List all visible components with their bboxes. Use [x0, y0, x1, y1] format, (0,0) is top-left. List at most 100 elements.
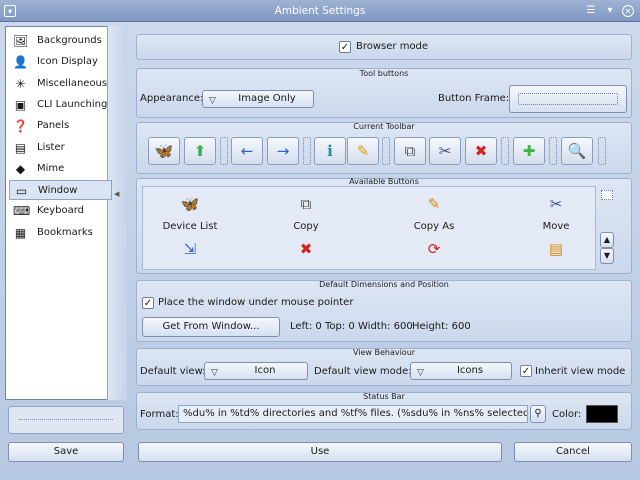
- info-icon[interactable]: ℹ: [314, 137, 346, 165]
- arrow-up-icon[interactable]: ⬆: [184, 137, 216, 165]
- available-button-label: Copy: [293, 221, 319, 232]
- sidebar-item-label: Mime: [37, 162, 65, 174]
- current-toolbar-title: Current Toolbar: [353, 122, 415, 131]
- available-buttons-title: Available Buttons: [349, 177, 419, 186]
- format-input[interactable]: %du% in %td% directories and %tf% files.…: [178, 405, 528, 423]
- status-bar-title: Status Bar: [363, 392, 405, 401]
- miscellaneous-icon: ✳: [15, 76, 26, 91]
- sidebar-item[interactable]: 🖼 Backgrounds: [9, 31, 112, 51]
- dropdown-arrow-icon: ▽: [417, 368, 424, 378]
- sidebar-item[interactable]: 👤 Icon Display: [9, 52, 112, 72]
- close-icon[interactable]: ✕: [622, 5, 634, 17]
- delete-icon[interactable]: ✖: [465, 137, 497, 165]
- backgrounds-icon: 🖼: [13, 34, 29, 48]
- mime-icon: ◆: [15, 161, 26, 176]
- toolbar-separator[interactable]: [303, 137, 311, 165]
- toolbar-separator[interactable]: [382, 137, 390, 165]
- browser-mode-checkbox[interactable]: ✓: [339, 41, 351, 53]
- icon-display-icon: 👤: [13, 55, 28, 70]
- sidebar-item-label: Keyboard: [37, 205, 85, 217]
- arrow-right-icon[interactable]: →: [267, 137, 299, 165]
- sidebar-item-label: Lister: [37, 141, 65, 153]
- dropdown-arrow-icon: ▽: [209, 96, 216, 106]
- sidebar-item[interactable]: ▦ Bookmarks: [9, 223, 112, 243]
- dimensions-title: Default Dimensions and Position: [319, 280, 449, 289]
- add-icon[interactable]: ✚: [513, 137, 545, 165]
- button-frame-label: Button Frame:: [438, 93, 510, 104]
- cancel-button[interactable]: Cancel: [514, 442, 632, 462]
- toolbar-separator[interactable]: [220, 137, 228, 165]
- browser-mode-label: Browser mode: [356, 41, 429, 52]
- view-behaviour-title: View Behaviour: [352, 348, 416, 357]
- dropdown-arrow-icon: ▽: [211, 368, 218, 378]
- use-button[interactable]: Use: [138, 442, 502, 462]
- default-view-value: Icon: [254, 365, 276, 376]
- terminal-icon: ▣: [14, 97, 27, 112]
- sidebar-item-label: Bookmarks: [37, 226, 93, 238]
- scroll-down-button[interactable]: ▼: [600, 248, 614, 264]
- delete-icon[interactable]: ✖: [291, 240, 321, 258]
- default-view-mode-select[interactable]: ▽ Icons: [410, 362, 512, 380]
- splitter-arrow-icon[interactable]: ◀: [114, 190, 119, 198]
- sidebar-item[interactable]: ❓ Panels: [9, 116, 112, 136]
- butterfly-icon[interactable]: 🦋: [175, 195, 205, 213]
- default-view-label: Default view:: [140, 366, 206, 377]
- sidebar-item[interactable]: ◆ Mime: [9, 159, 112, 179]
- available-frame-icon[interactable]: [601, 190, 613, 200]
- scroll-up-button[interactable]: ▲: [600, 232, 614, 248]
- copy-icon[interactable]: ⧉: [291, 195, 321, 213]
- search-icon[interactable]: ⚲: [530, 405, 546, 423]
- appearance-value: Image Only: [238, 93, 296, 104]
- sidebar-item[interactable]: ✳ Miscellaneous: [9, 74, 112, 94]
- button-frame-select[interactable]: [509, 85, 627, 113]
- sidebar-item-label: CLI Launching: [37, 98, 108, 110]
- get-from-window-button[interactable]: Get From Window...: [142, 317, 280, 337]
- arrow-left-icon[interactable]: ←: [231, 137, 263, 165]
- appearance-select[interactable]: ▽ Image Only: [202, 90, 314, 108]
- appearance-label: Appearance:: [140, 93, 204, 104]
- window-menu-icon[interactable]: ▾: [4, 5, 16, 17]
- place-under-pointer-label: Place the window under mouse pointer: [158, 297, 354, 308]
- inherit-view-mode-checkbox[interactable]: ✓: [520, 365, 532, 377]
- available-button-label: Device List: [162, 221, 218, 232]
- reload-icon[interactable]: ⟳: [419, 240, 449, 258]
- sidebar-item[interactable]: ⌨ Keyboard: [9, 201, 112, 221]
- width-value: Width: 600: [358, 321, 413, 332]
- default-view-mode-value: Icons: [456, 365, 484, 376]
- lister-icon: ▤: [14, 140, 27, 155]
- inherit-view-mode-label: Inherit view mode: [535, 366, 626, 377]
- height-value: Height: 600: [412, 321, 471, 332]
- color-swatch[interactable]: [586, 405, 618, 423]
- format-label: Format:: [140, 409, 179, 420]
- toolbar-separator[interactable]: [501, 137, 509, 165]
- archive-icon[interactable]: ▤: [541, 240, 571, 258]
- copy-as-icon[interactable]: ✎: [419, 195, 449, 213]
- move-as-icon[interactable]: ⇲: [175, 240, 205, 258]
- sidebar-item[interactable]: ▤ Lister: [9, 138, 112, 158]
- copy-icon[interactable]: ⧉: [394, 137, 426, 165]
- sidebar-item-label: Window: [38, 185, 78, 197]
- default-view-mode-label: Default view mode:: [314, 366, 412, 377]
- find-icon[interactable]: 🔍: [561, 137, 593, 165]
- window-settings-icon[interactable]: ☰: [585, 5, 597, 17]
- keyboard-icon: ⌨: [13, 204, 31, 219]
- sidebar-item[interactable]: ▭ Window: [9, 180, 112, 201]
- window-title: Ambient Settings: [274, 5, 366, 17]
- toolbar-separator[interactable]: [598, 137, 606, 165]
- move-icon[interactable]: ✂: [541, 195, 571, 213]
- bookmarks-icon: ▦: [14, 225, 27, 240]
- toolbar-separator[interactable]: [549, 137, 557, 165]
- move-icon[interactable]: ✂: [429, 137, 461, 165]
- rename-icon[interactable]: ✎: [347, 137, 379, 165]
- top-value: Top: 0: [325, 321, 355, 332]
- panels-icon: ❓: [13, 119, 28, 134]
- butterfly-icon[interactable]: 🦋: [148, 137, 180, 165]
- available-button-label: Move: [542, 221, 570, 232]
- left-value: Left: 0: [290, 321, 322, 332]
- default-view-select[interactable]: ▽ Icon: [204, 362, 308, 380]
- place-under-pointer-checkbox[interactable]: ✓: [142, 297, 154, 309]
- sidebar-item[interactable]: ▣ CLI Launching: [9, 95, 112, 115]
- sidebar-item-label: Icon Display: [37, 56, 98, 68]
- minimize-icon[interactable]: ▾: [604, 5, 616, 17]
- save-button[interactable]: Save: [8, 442, 124, 462]
